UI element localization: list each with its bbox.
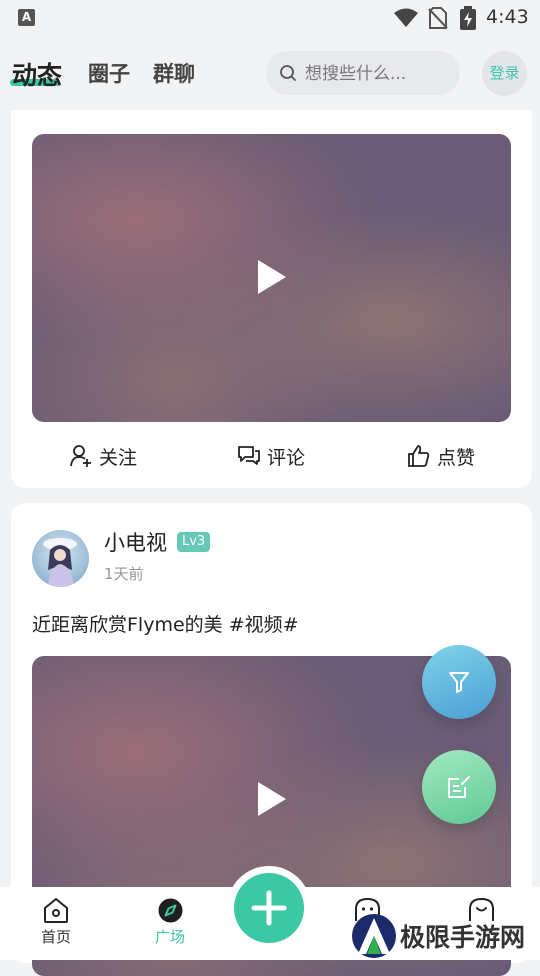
- play-icon[interactable]: [255, 258, 289, 296]
- nav-square-label: 广场: [154, 928, 185, 946]
- post-actions: 关注 评论 点赞: [11, 432, 532, 480]
- search-icon: [280, 65, 296, 81]
- follow-button[interactable]: 关注: [69, 442, 137, 470]
- nav-square[interactable]: 广场: [130, 897, 210, 947]
- filter-button[interactable]: [422, 645, 496, 719]
- watermark-logo-icon: [352, 914, 396, 958]
- comment-label: 评论: [267, 446, 306, 469]
- nav-home-label: 首页: [40, 928, 71, 946]
- add-user-icon: [70, 445, 91, 467]
- create-post-button[interactable]: [422, 750, 496, 824]
- battery-charging-icon: [460, 6, 476, 30]
- comment-button[interactable]: 评论: [237, 442, 305, 470]
- nav-home[interactable]: 首页: [16, 897, 96, 947]
- tab-circles[interactable]: 圈子: [88, 58, 130, 88]
- wifi-icon: [394, 8, 418, 27]
- level-badge: Lv3: [177, 532, 211, 552]
- app-notification-icon: A: [18, 9, 35, 26]
- feed-card: 关注 评论 点赞: [11, 80, 532, 488]
- post-time: 1天前: [104, 565, 144, 583]
- login-button[interactable]: 登录: [482, 51, 527, 96]
- search-bar[interactable]: [266, 51, 460, 97]
- comment-icon: [238, 446, 260, 465]
- thumbs-up-icon: [408, 445, 430, 467]
- plus-icon: [251, 890, 287, 926]
- avatar[interactable]: [32, 530, 89, 587]
- watermark: 极限手游网: [348, 910, 538, 960]
- follow-label: 关注: [99, 446, 138, 469]
- status-bar: A 4:43: [0, 0, 540, 36]
- tab-group-chat[interactable]: 群聊: [153, 58, 195, 88]
- post-text[interactable]: 近距离欣赏Flyme的美 #视频#: [32, 610, 299, 637]
- compass-icon: [158, 898, 182, 923]
- like-button[interactable]: 点赞: [407, 442, 475, 470]
- home-icon: [44, 898, 68, 923]
- avatar-illustration: [43, 538, 77, 587]
- watermark-text: 极限手游网: [400, 923, 526, 952]
- search-input[interactable]: [303, 51, 457, 97]
- play-icon[interactable]: [255, 780, 289, 818]
- edit-icon: [448, 776, 470, 798]
- tab-dynamics[interactable]: 动态: [12, 56, 62, 92]
- filter-icon: [449, 672, 469, 693]
- top-header: 动态 圈子 群聊 登录: [0, 36, 540, 110]
- video-thumbnail[interactable]: [32, 134, 511, 422]
- clock: 4:43: [486, 6, 529, 28]
- publish-button[interactable]: [234, 873, 304, 943]
- username[interactable]: 小电视: [104, 527, 167, 557]
- like-label: 点赞: [437, 446, 476, 469]
- no-sim-icon: [428, 7, 448, 29]
